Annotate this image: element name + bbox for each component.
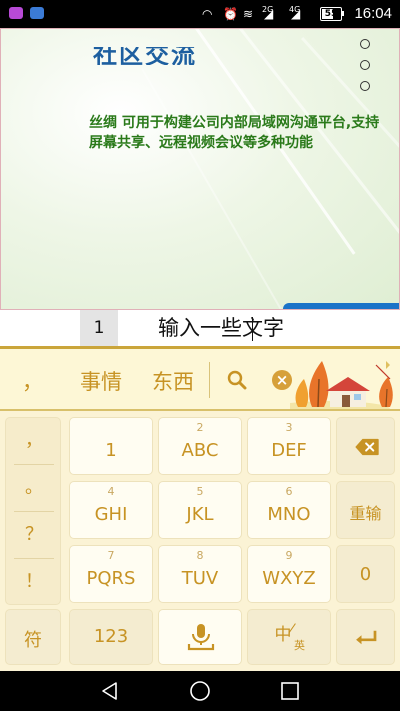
slide-description: 丝绸 可用于构建公司内部局域网沟通平台,支持屏幕共享、远程视频会议等多种功能 — [89, 115, 380, 151]
microphone-icon — [187, 624, 215, 651]
headphones-icon: ◠ — [202, 7, 213, 21]
alarm-icon: ⏰ — [223, 7, 238, 21]
key-0[interactable]: 0 — [336, 545, 395, 603]
bullet-marker — [360, 39, 370, 49]
slide-title: 社区交流 — [93, 47, 197, 65]
candidate-bar: ， 事情 东西 × — [0, 346, 400, 411]
key-ghi[interactable]: 4 GHI — [69, 481, 153, 539]
key-comma[interactable]: ， — [6, 418, 62, 464]
search-icon[interactable] — [226, 369, 248, 391]
battery-level: 55 — [324, 9, 338, 19]
text-input[interactable]: 输入一些文字 — [158, 312, 284, 344]
battery-icon: 55 — [320, 7, 344, 21]
page-number: 1 — [80, 310, 118, 346]
key-question[interactable]: ？ — [6, 512, 62, 558]
candidate-item[interactable]: ， — [22, 366, 43, 396]
key-exclamation[interactable]: ！ — [6, 559, 62, 605]
bullet-marker — [360, 60, 370, 70]
key-jkl[interactable]: 5 JKL — [158, 481, 242, 539]
space-voice-key[interactable] — [158, 609, 242, 665]
navigation-bar — [0, 671, 400, 711]
language-toggle-key[interactable]: 中 英 — [247, 609, 331, 665]
backspace-icon — [355, 438, 379, 456]
key-wxyz[interactable]: 9 WXYZ — [247, 545, 331, 603]
clear-icon[interactable]: × — [272, 370, 292, 390]
app-notification-icon — [9, 7, 23, 19]
text-input-row[interactable]: 1 输入一些文字 — [0, 310, 400, 346]
enter-key[interactable] — [336, 609, 395, 665]
wifi-icon: ≋ — [243, 7, 254, 21]
reinput-key[interactable]: 重输 — [336, 481, 395, 539]
backspace-key[interactable] — [336, 417, 395, 475]
enter-icon — [356, 630, 377, 645]
slide-canvas[interactable]: 社区交流 丝绸 可用于构建公司内部局域网沟通平台,支持屏幕共享、远程视频会议等多… — [0, 28, 400, 310]
signal-icon: ◢ — [264, 7, 274, 21]
signal-icon: ◢ — [291, 7, 301, 21]
key-mno[interactable]: 6 MNO — [247, 481, 331, 539]
punctuation-column: ， 。 ？ ！ — [5, 417, 61, 605]
key-tuv[interactable]: 8 TUV — [158, 545, 242, 603]
status-bar: ◠ ⏰ ≋ 2G ◢ 4G ◢ 55 16:04 — [0, 0, 400, 28]
candidate-divider — [209, 362, 210, 398]
key-period[interactable]: 。 — [6, 465, 62, 511]
bullet-marker — [360, 81, 370, 91]
slide-accent-bar — [283, 303, 399, 309]
back-icon[interactable] — [100, 681, 120, 701]
key-abc[interactable]: 2 ABC — [158, 417, 242, 475]
key-1[interactable]: 1 — [69, 417, 153, 475]
keyboard: ， 。 ？ ！ 1 2 ABC 3 DEF 4 GHI 5 JKL 6 MNO — [0, 411, 400, 671]
number-key[interactable]: 123 — [69, 609, 153, 665]
recents-icon[interactable] — [280, 681, 300, 701]
home-icon[interactable] — [189, 680, 211, 702]
symbol-key[interactable]: 符 — [5, 609, 61, 665]
text-caret — [252, 317, 253, 341]
app-notification-icon — [30, 7, 44, 19]
key-def[interactable]: 3 DEF — [247, 417, 331, 475]
clock: 16:04 — [354, 5, 392, 22]
candidate-item[interactable]: 东西 — [152, 366, 194, 396]
candidate-item[interactable]: 事情 — [80, 366, 122, 396]
autumn-house-decoration — [290, 361, 393, 409]
key-pqrs[interactable]: 7 PQRS — [69, 545, 153, 603]
